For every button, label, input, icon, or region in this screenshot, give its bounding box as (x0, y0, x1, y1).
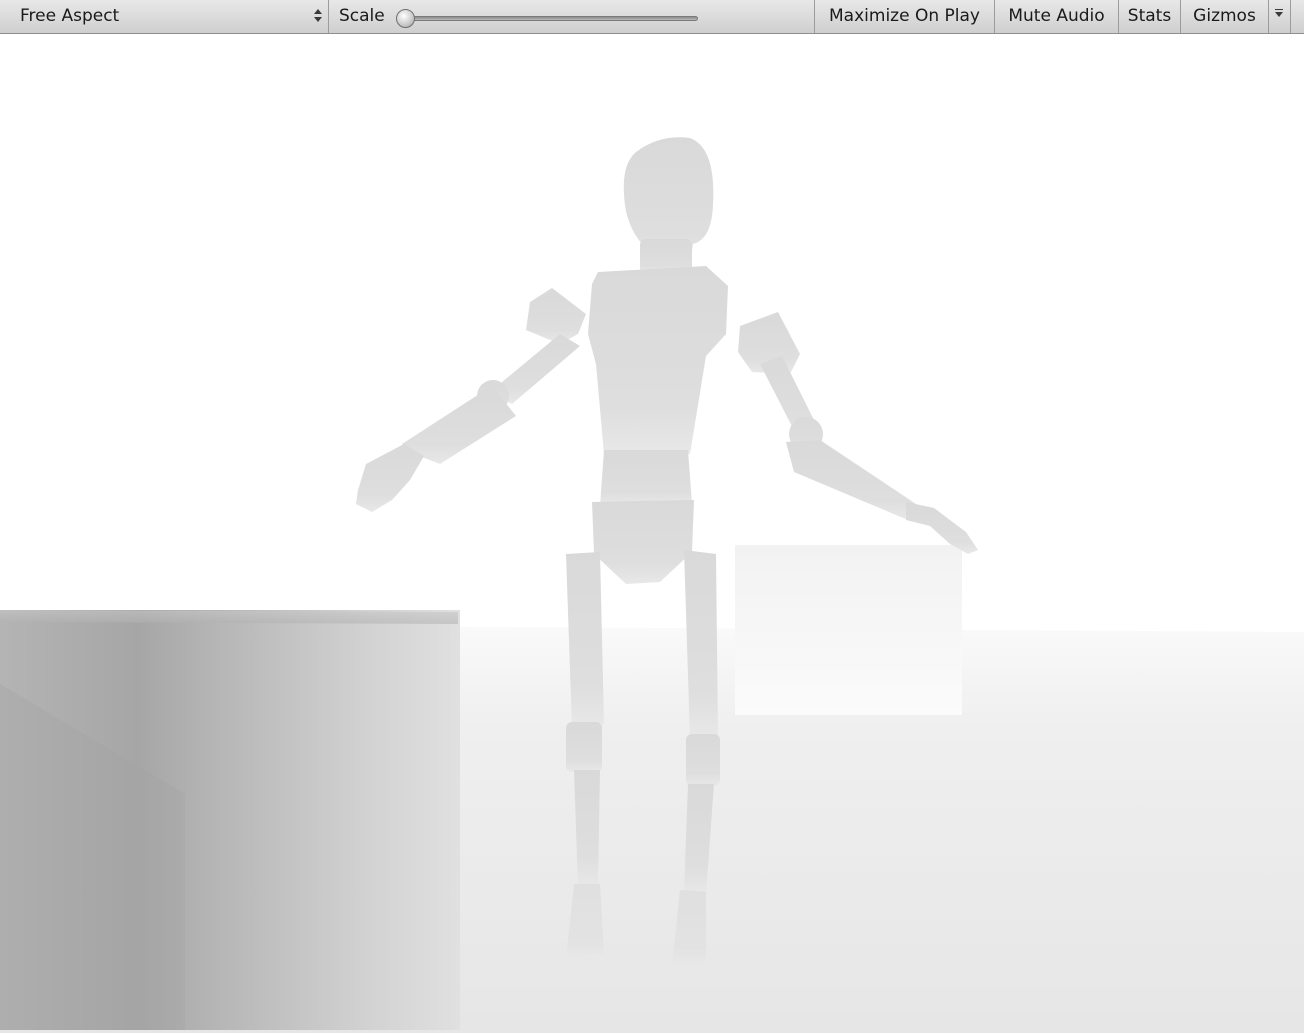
scale-label: Scale (339, 6, 385, 26)
chevron-down-icon (1275, 12, 1283, 17)
left-box (0, 610, 460, 1030)
scale-slider-track[interactable] (404, 16, 698, 21)
stats-button[interactable]: Stats (1119, 0, 1181, 33)
gizmos-dropdown-button[interactable] (1269, 0, 1291, 33)
aspect-dropdown[interactable]: Free Aspect (0, 0, 329, 33)
aspect-label: Free Aspect (20, 6, 120, 26)
game-view-window: Free Aspect Scale 1x Maximize On Play Mu… (0, 0, 1304, 1033)
game-viewport[interactable] (0, 34, 1304, 1033)
maximize-on-play-button[interactable]: Maximize On Play (815, 0, 995, 33)
game-view-toolbar: Free Aspect Scale 1x Maximize On Play Mu… (0, 0, 1304, 34)
gizmos-button[interactable]: Gizmos (1181, 0, 1269, 33)
mute-audio-button[interactable]: Mute Audio (995, 0, 1119, 33)
up-down-arrows-icon (313, 8, 322, 24)
scale-slider-thumb[interactable] (396, 9, 415, 28)
right-box (735, 545, 962, 715)
scene-render (0, 34, 1304, 1033)
gizmos-dropdown-bar (1275, 9, 1283, 10)
